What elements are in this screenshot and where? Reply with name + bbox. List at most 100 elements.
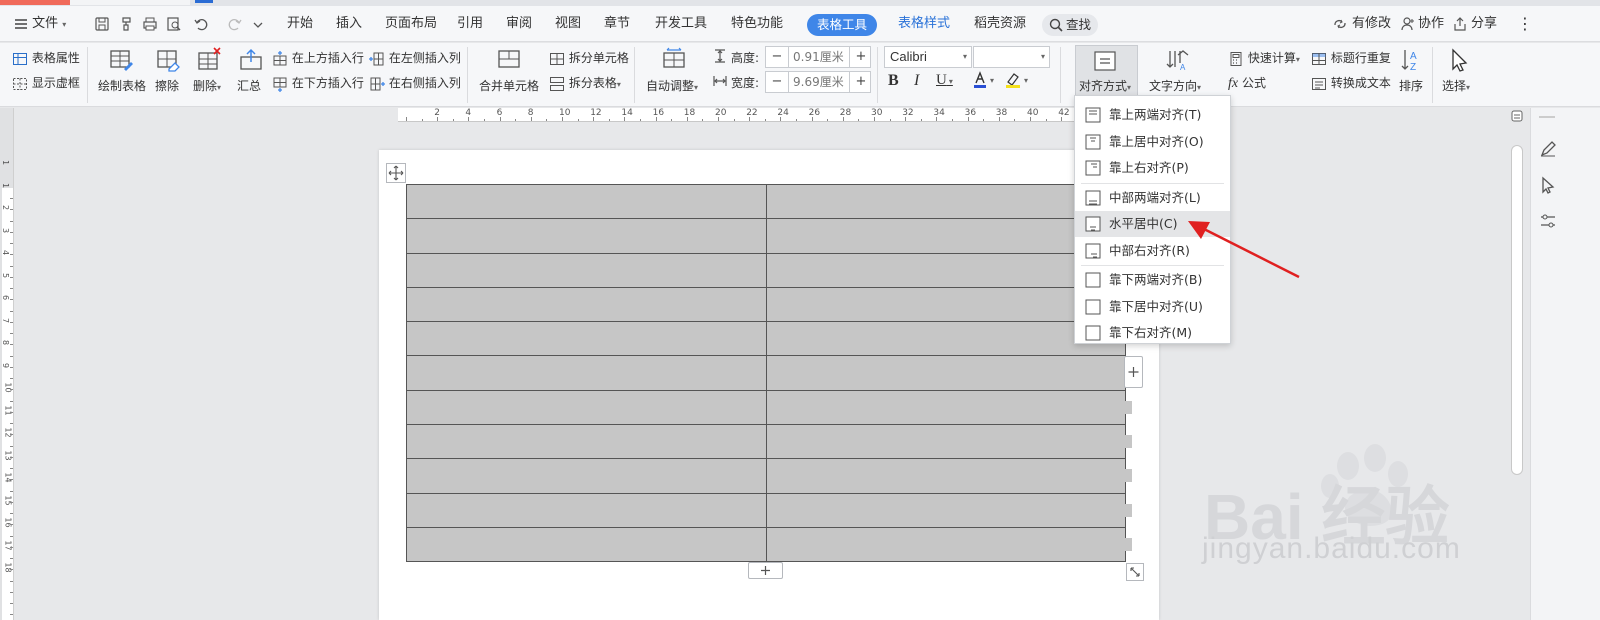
table-cell[interactable] (765, 492, 1126, 528)
row-height-stepper[interactable]: − 0.91厘米 + (765, 46, 871, 68)
text-direction-button[interactable]: 文字方向▾ (1149, 77, 1201, 94)
table-move-handle[interactable] (386, 163, 406, 183)
insert-row-above-button[interactable]: 在上方插入行 (272, 49, 364, 67)
table-resize-handle[interactable] (1126, 563, 1144, 581)
document-table[interactable] (406, 183, 1126, 563)
table-cell[interactable] (406, 286, 767, 323)
tab-references[interactable]: 引用 (457, 6, 483, 42)
table-row[interactable] (406, 389, 1126, 426)
tab-developer[interactable]: 开发工具 (655, 6, 707, 42)
chevron-down-icon[interactable]: ▾ (990, 76, 994, 85)
table-cell[interactable] (765, 458, 1126, 494)
table-cell[interactable] (406, 492, 767, 528)
table-properties-button[interactable]: 表格属性 (12, 49, 80, 67)
col-width-stepper[interactable]: − 9.69厘米 + (765, 71, 871, 93)
convert-to-text-button[interactable]: 转换成文本 (1311, 74, 1391, 92)
select-cursor-icon[interactable] (1446, 47, 1472, 73)
format-painter-icon[interactable] (118, 16, 134, 32)
table-cell[interactable] (765, 389, 1126, 426)
eraser-icon[interactable] (155, 47, 181, 73)
scroll-options-icon[interactable] (1511, 110, 1523, 122)
table-cell[interactable] (406, 355, 767, 391)
tab-docer-resources[interactable]: 稻壳资源 (974, 6, 1026, 42)
align-option-7[interactable]: 靠下居中对齐(U) (1075, 294, 1230, 320)
table-cell[interactable] (765, 252, 1126, 288)
auto-fit-button[interactable]: 自动调整▾ (646, 77, 698, 94)
erase-button[interactable]: 擦除 (155, 77, 179, 94)
table-row[interactable] (406, 183, 1126, 220)
collab-button[interactable]: 协作 (1418, 6, 1444, 42)
insert-col-left-button[interactable]: 在左侧插入列 (369, 49, 461, 67)
table-row[interactable] (406, 355, 1126, 391)
table-cell[interactable] (406, 252, 767, 288)
tab-table-style[interactable]: 表格样式 (898, 6, 950, 42)
repeat-header-button[interactable]: 标题行重复 (1311, 49, 1391, 67)
search-button[interactable]: 查找 (1042, 14, 1098, 36)
add-row-button[interactable] (748, 562, 783, 579)
table-cell[interactable] (406, 389, 767, 426)
modified-status[interactable]: 有修改 (1352, 6, 1391, 42)
col-width-input[interactable]: 9.69厘米 (788, 72, 850, 92)
text-direction-icon[interactable]: A (1164, 47, 1190, 73)
settings-sliders-icon[interactable] (1539, 212, 1557, 230)
merge-cells-button[interactable]: 合并单元格 (479, 77, 539, 94)
table-row[interactable] (406, 492, 1126, 528)
summary-icon[interactable] (238, 47, 264, 73)
table-row[interactable] (406, 252, 1126, 288)
table-row[interactable] (406, 424, 1126, 460)
pen-edit-icon[interactable] (1539, 140, 1557, 158)
split-table-button[interactable]: 拆分表格▾ (549, 74, 621, 92)
auto-fit-icon[interactable] (661, 47, 687, 73)
quick-access-more-icon[interactable] (252, 16, 268, 32)
table-cell[interactable] (406, 218, 767, 254)
select-button[interactable]: 选择▾ (1442, 77, 1470, 94)
save-icon[interactable] (94, 16, 110, 32)
table-cell[interactable] (406, 183, 767, 220)
font-color-icon[interactable] (972, 71, 988, 89)
table-row[interactable] (406, 218, 1126, 254)
insert-col-right-button[interactable]: 在右侧插入列 (369, 74, 461, 92)
table-row[interactable] (406, 321, 1126, 357)
table-cell[interactable] (765, 526, 1126, 563)
table-row[interactable] (406, 286, 1126, 323)
merge-cells-icon[interactable] (496, 47, 522, 73)
cursor-select-icon[interactable] (1539, 176, 1557, 194)
more-options-icon[interactable]: ⋮ (1517, 6, 1533, 42)
quick-calc-button[interactable]: 快速计算▾ (1228, 49, 1300, 67)
decrease-width-button[interactable]: − (766, 72, 788, 92)
table-row[interactable] (406, 526, 1126, 563)
table-cell[interactable] (406, 321, 767, 357)
table-cell[interactable] (765, 355, 1126, 391)
tab-section[interactable]: 章节 (604, 6, 630, 42)
increase-width-button[interactable]: + (850, 72, 872, 92)
tab-table-tools[interactable]: 表格工具 (807, 14, 878, 36)
italic-icon[interactable]: I (914, 72, 919, 90)
table-cell[interactable] (765, 424, 1126, 460)
align-option-3[interactable]: 中部两端对齐(L) (1075, 185, 1230, 211)
table-cell[interactable] (406, 458, 767, 494)
table-cell[interactable] (406, 424, 767, 460)
font-size-select[interactable]: ▾ (973, 46, 1050, 68)
delete-table-icon[interactable] (196, 47, 222, 73)
table-row[interactable] (406, 458, 1126, 494)
increase-height-button[interactable]: + (850, 47, 872, 67)
underline-icon[interactable]: U ▾ (936, 72, 953, 89)
vertical-ruler[interactable]: 1 1 2 3 4 5 6 7 8 9 10 11 12 13 14 15 16 17 18 (0, 108, 14, 620)
table-cell[interactable] (765, 286, 1126, 323)
decrease-height-button[interactable]: − (766, 47, 788, 67)
tab-special[interactable]: 特色功能 (731, 6, 783, 42)
align-option-0[interactable]: 靠上两端对齐(T) (1075, 102, 1230, 128)
undo-icon[interactable] (193, 16, 209, 32)
table-cell[interactable] (765, 218, 1126, 254)
print-icon[interactable] (142, 16, 158, 32)
print-preview-icon[interactable] (166, 16, 182, 32)
add-column-button[interactable] (1124, 356, 1143, 388)
sort-button[interactable]: 排序 (1399, 77, 1423, 94)
tab-page-layout[interactable]: 页面布局 (385, 6, 437, 42)
draw-table-button[interactable]: 绘制表格 (98, 77, 146, 94)
bold-icon[interactable]: B (888, 72, 899, 90)
tab-insert[interactable]: 插入 (336, 6, 362, 42)
redo-icon[interactable] (227, 16, 243, 32)
row-height-input[interactable]: 0.91厘米 (788, 47, 850, 67)
summary-button[interactable]: 汇总 (237, 77, 261, 94)
